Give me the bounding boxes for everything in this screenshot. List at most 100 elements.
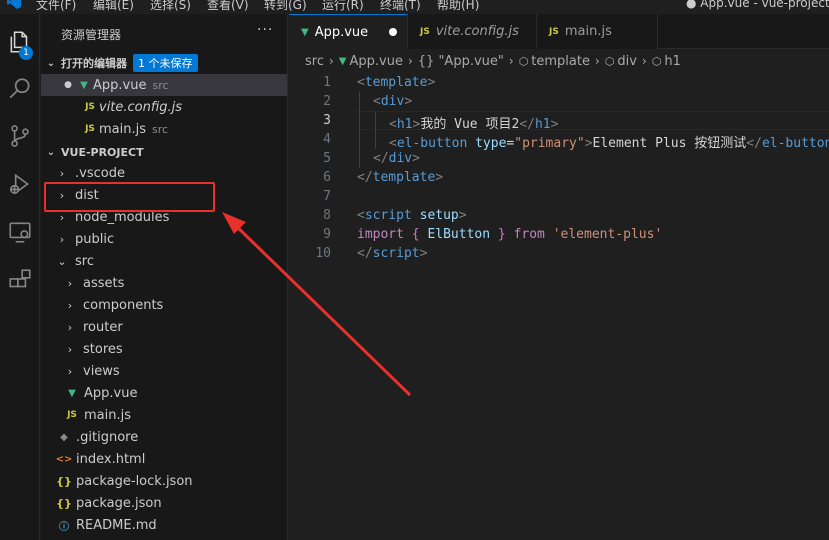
vue-file-icon: ▼ <box>80 79 88 91</box>
highlight-box <box>44 182 215 212</box>
menu-help[interactable]: 帮助(H) <box>437 0 479 13</box>
tree-folder-public[interactable]: › public <box>41 228 287 250</box>
search-button[interactable] <box>0 69 40 109</box>
tree-file-app-vue[interactable]: ▼ App.vue <box>41 382 287 404</box>
tab-app-vue[interactable]: ▼ App.vue <box>289 14 408 50</box>
tree-folder-assets[interactable]: › assets <box>41 272 287 294</box>
tree-folder-router[interactable]: › router <box>41 316 287 338</box>
menu-bar: 文件(F) 编辑(E) 选择(S) 查看(V) 转到(G) 运行(R) 终端(T… <box>0 0 829 14</box>
tree-folder-stores[interactable]: › stores <box>41 338 287 360</box>
modified-dot-icon[interactable]: ● <box>61 80 75 90</box>
js-file-icon: JS <box>85 102 95 112</box>
search-icon <box>9 78 30 99</box>
open-editor-desc: src <box>152 122 169 136</box>
tree-file-gitignore[interactable]: ◆ .gitignore <box>41 426 287 448</box>
tab-main-js[interactable]: JS main.js <box>537 14 658 49</box>
tree-item-label: App.vue <box>84 385 138 401</box>
breadcrumb-item[interactable]: div <box>617 54 637 69</box>
code-line: <h1>我的 Vue 项目2</h1> <box>389 117 559 132</box>
code-line: </script> <box>357 246 428 261</box>
activity-bar: 1 <box>0 14 40 540</box>
open-editor-item[interactable]: ● ▼ App.vue src <box>41 74 287 96</box>
breadcrumb-item[interactable]: {} "App.vue" <box>418 54 504 69</box>
menu-selection[interactable]: 选择(S) <box>150 0 191 13</box>
tree-folder-components[interactable]: › components <box>41 294 287 316</box>
remote-explorer-button[interactable] <box>0 212 40 252</box>
explorer-button[interactable]: 1 <box>0 22 40 62</box>
symbol-element-icon: ⬡ <box>651 54 662 68</box>
code-line: </template> <box>357 170 444 185</box>
code-line: </div> <box>373 151 420 166</box>
chevron-right-icon: › <box>508 54 514 68</box>
sidebar-title: 资源管理器 <box>61 28 122 42</box>
line-number: 9 <box>323 227 331 242</box>
tree-item-label: package.json <box>76 495 162 511</box>
line-number: 4 <box>323 132 331 147</box>
source-control-icon <box>11 125 29 147</box>
code-line: <script setup> <box>357 208 467 223</box>
more-actions-icon[interactable]: ··· <box>257 22 273 38</box>
menu-edit[interactable]: 编辑(E) <box>93 0 134 13</box>
open-editors-section[interactable]: ⌄ 打开的编辑器 1 个未保存 <box>41 52 287 74</box>
code-line: <template> <box>357 75 436 90</box>
js-file-icon: JS <box>549 26 559 37</box>
open-editor-item[interactable]: JS vite.config.js <box>41 96 287 118</box>
indent-guide <box>359 92 360 168</box>
project-label: VUE-PROJECT <box>61 145 144 159</box>
tree-item-label: main.js <box>84 407 131 423</box>
indent-guide <box>375 111 376 149</box>
tree-folder-views[interactable]: › views <box>41 360 287 382</box>
tree-file-index-html[interactable]: <> index.html <box>41 448 287 470</box>
menu-file[interactable]: 文件(F) <box>36 0 76 13</box>
line-number: 2 <box>323 94 331 109</box>
breadcrumb-item[interactable]: App.vue <box>350 54 403 69</box>
chevron-right-icon: › <box>594 54 600 68</box>
breadcrumb-item[interactable]: template <box>531 54 590 69</box>
run-debug-button[interactable] <box>0 164 40 204</box>
vue-file-icon: ▼ <box>68 387 76 399</box>
breadcrumb: src › ▼ App.vue › {} "App.vue" › ⬡ templ… <box>289 50 829 72</box>
chevron-right-icon: › <box>67 342 73 356</box>
code-line: import { ElButton } from 'element-plus' <box>357 227 663 242</box>
tree-file-readme[interactable]: ⓘ README.md <box>41 514 287 536</box>
tree-file-main-js[interactable]: JS main.js <box>41 404 287 426</box>
tree-file-package-json[interactable]: {} package.json <box>41 492 287 514</box>
tree-item-label: stores <box>83 341 123 357</box>
modified-dot-icon[interactable] <box>389 28 397 36</box>
chevron-right-icon: › <box>67 320 73 334</box>
unsaved-badge: 1 个未保存 <box>133 54 198 72</box>
breadcrumb-item[interactable]: h1 <box>664 54 681 69</box>
line-number: 10 <box>315 246 331 261</box>
extensions-button[interactable] <box>0 260 40 300</box>
code-line: <el-button type="primary">Element Plus 按… <box>389 136 829 151</box>
menu-run[interactable]: 运行(R) <box>322 0 364 13</box>
editor-tabs: ▼ App.vue JS vite.config.js JS main.js <box>289 14 829 50</box>
open-editor-name: main.js <box>99 121 146 137</box>
vscode-logo-icon <box>7 0 21 9</box>
code-editor[interactable]: 1 2 3 4 5 6 7 8 9 10 <template> <div> <h… <box>289 73 829 540</box>
symbol-element-icon: ⬡ <box>518 54 529 68</box>
menu-view[interactable]: 查看(V) <box>207 0 249 13</box>
run-debug-icon <box>9 173 29 195</box>
tree-file-package-lock[interactable]: {} package-lock.json <box>41 470 287 492</box>
chevron-right-icon: › <box>67 298 73 312</box>
chevron-right-icon: › <box>59 166 65 180</box>
open-editor-name: vite.config.js <box>99 99 183 115</box>
menu-terminal[interactable]: 终端(T) <box>380 0 421 13</box>
menu-go[interactable]: 转到(G) <box>264 0 307 13</box>
editor-area: ▼ App.vue JS vite.config.js JS main.js s… <box>289 14 829 540</box>
tab-vite-config[interactable]: JS vite.config.js <box>408 14 537 49</box>
tree-folder-vscode[interactable]: › .vscode <box>41 162 287 184</box>
tree-item-label: assets <box>83 275 125 291</box>
js-file-icon: JS <box>67 410 77 420</box>
tab-label: App.vue <box>314 25 369 40</box>
project-section[interactable]: ⌄ VUE-PROJECT <box>41 141 287 163</box>
tree-folder-src[interactable]: ⌄ src <box>41 250 287 272</box>
chevron-right-icon: › <box>641 54 647 68</box>
chevron-right-icon: › <box>59 232 65 246</box>
chevron-down-icon: ⌄ <box>46 146 56 158</box>
breadcrumb-item[interactable]: src <box>305 54 324 69</box>
tree-item-label: views <box>83 363 120 379</box>
source-control-button[interactable] <box>0 116 40 156</box>
open-editor-item[interactable]: JS main.js src <box>41 118 287 140</box>
